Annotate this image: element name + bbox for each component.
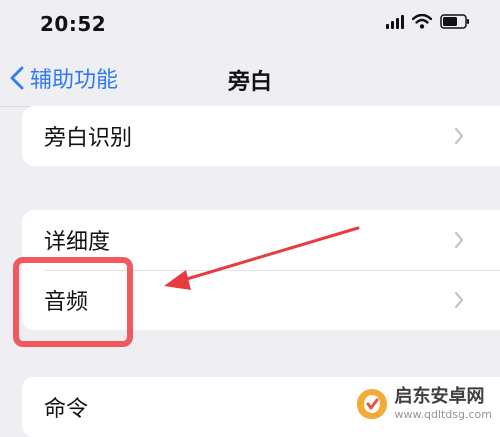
watermark-url: www.qdltdsg.com: [394, 408, 493, 421]
watermark-brand: 启东安卓网: [394, 386, 485, 407]
watermark-logo-icon: [356, 389, 387, 419]
annotation-arrow: [164, 226, 360, 290]
watermark: 启东安卓网 www.qdltdsg.com: [355, 386, 493, 421]
